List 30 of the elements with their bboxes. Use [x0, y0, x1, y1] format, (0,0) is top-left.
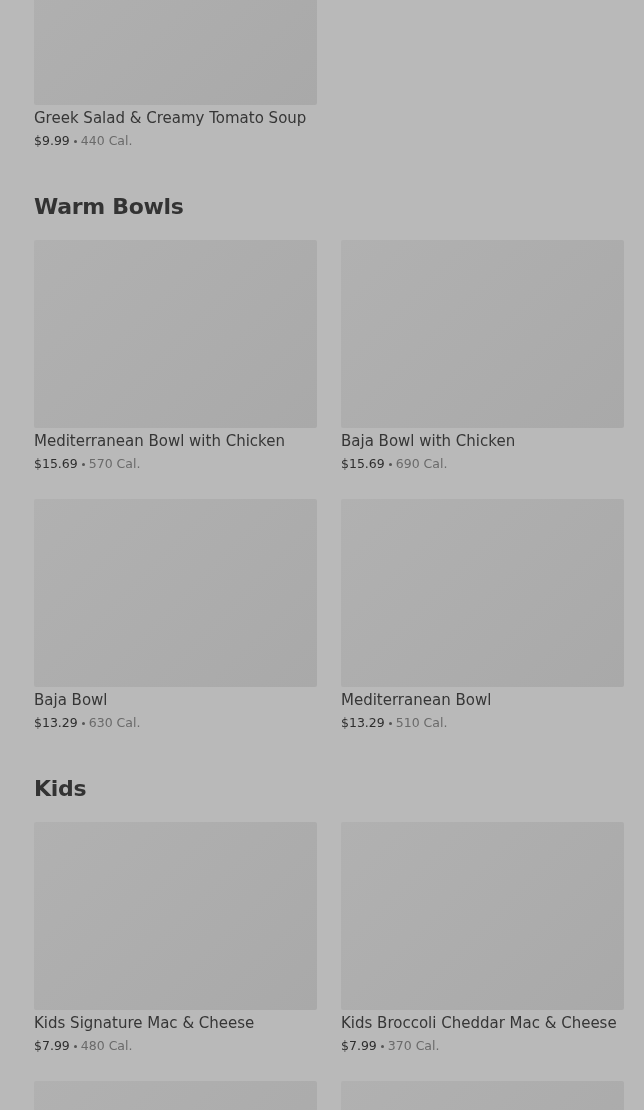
item-calories: 630 Cal.	[88, 714, 141, 732]
separator-dot-icon	[73, 139, 77, 143]
item-calories: 570 Cal.	[88, 455, 141, 473]
item-calories: 510 Cal.	[395, 714, 448, 732]
item-calories: 370 Cal.	[387, 1037, 440, 1055]
section-heading: Warm Bowls	[34, 193, 185, 221]
item-price: $15.69	[34, 455, 78, 473]
item-calories: 480 Cal.	[80, 1037, 133, 1055]
item-name[interactable]: Greek Salad & Creamy Tomato Soup	[34, 109, 307, 127]
separator-dot-icon	[380, 1044, 384, 1048]
separator-dot-icon	[388, 462, 392, 466]
separator-dot-icon	[73, 1044, 77, 1048]
separator-dot-icon	[81, 721, 85, 725]
item-calories: 440 Cal.	[80, 132, 133, 150]
item-name[interactable]: Mediterranean Bowl with Chicken	[34, 432, 285, 450]
item-name[interactable]: Kids Signature Mac & Cheese	[34, 1014, 255, 1032]
item-price: $9.99	[34, 132, 70, 150]
item-price: $7.99	[341, 1037, 377, 1055]
item-price: $13.29	[34, 714, 78, 732]
item-name[interactable]: Mediterranean Bowl	[341, 691, 492, 709]
separator-dot-icon	[81, 462, 85, 466]
section-heading: Kids	[34, 775, 88, 803]
item-calories: 690 Cal.	[395, 455, 448, 473]
item-price: $7.99	[34, 1037, 70, 1055]
item-name[interactable]: Baja Bowl with Chicken	[341, 432, 516, 450]
separator-dot-icon	[388, 721, 392, 725]
item-price: $13.29	[341, 714, 385, 732]
item-name[interactable]: Kids Broccoli Cheddar Mac & Cheese	[341, 1014, 617, 1032]
item-name[interactable]: Baja Bowl	[34, 691, 108, 709]
item-price: $15.69	[341, 455, 385, 473]
